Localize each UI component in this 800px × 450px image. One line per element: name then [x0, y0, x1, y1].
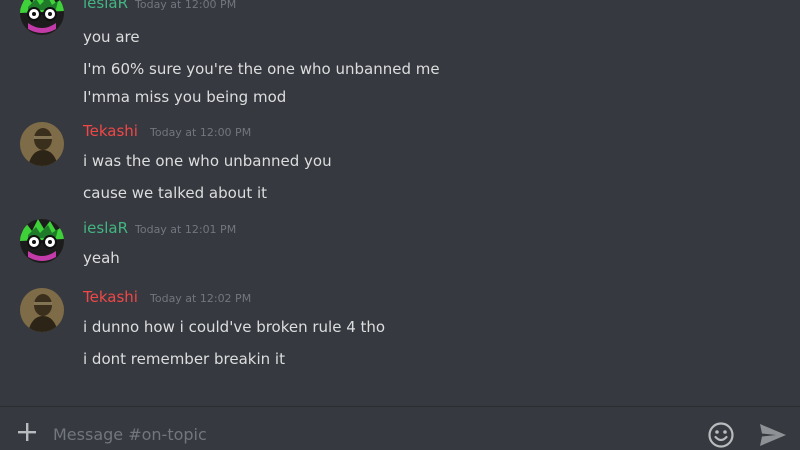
username[interactable]: Tekashi — [83, 122, 138, 140]
send-icon[interactable] — [758, 421, 788, 449]
message-line: i dunno how i could've broken rule 4 tho — [83, 318, 386, 336]
emoji-icon[interactable] — [707, 421, 735, 449]
message-input[interactable]: Message #on-topic — [53, 425, 207, 445]
message-timestamp: Today at 12:02 PM — [150, 292, 252, 305]
message-composer: Message #on-topic — [0, 406, 800, 450]
photo-avatar-icon[interactable] — [20, 122, 64, 166]
message-line: cause we talked about it — [83, 184, 268, 202]
message-timestamp: Today at 12:00 PM — [150, 126, 252, 139]
message-line: i was the one who unbanned you — [83, 152, 332, 170]
message-line: I'm 60% sure you're the one who unbanned… — [83, 60, 440, 78]
message-timestamp: Today at 12:00 PM — [135, 0, 237, 11]
chat-window: ieslaR Today at 12:00 PM you are I'm 60%… — [0, 0, 800, 450]
message-line: I'mma miss you being mod — [83, 88, 287, 106]
username[interactable]: ieslaR — [83, 219, 128, 237]
message-timestamp: Today at 12:01 PM — [135, 223, 237, 236]
username[interactable]: ieslaR — [83, 0, 128, 12]
plus-icon[interactable] — [16, 421, 38, 443]
message-line: you are — [83, 28, 140, 46]
message-line: yeah — [83, 249, 120, 267]
username[interactable]: Tekashi — [83, 288, 138, 306]
photo-avatar-icon[interactable] — [20, 288, 64, 332]
message-line: i dont remember breakin it — [83, 350, 285, 368]
frog-avatar-icon[interactable] — [20, 219, 64, 263]
frog-avatar-icon[interactable] — [20, 0, 64, 35]
